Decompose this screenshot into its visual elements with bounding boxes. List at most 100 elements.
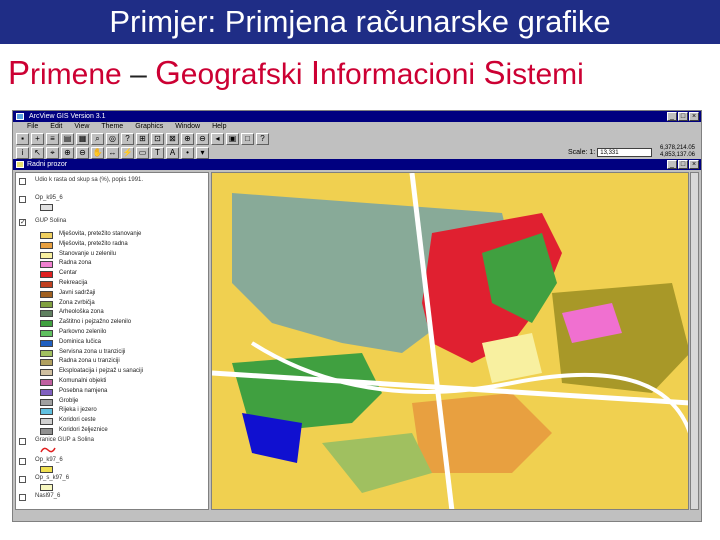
theme-checkbox[interactable] — [19, 494, 26, 501]
theme-checkbox-checked[interactable]: ✓ — [19, 219, 26, 226]
coordinate-readout: 6,378,214.05 4,853,137.06 — [660, 145, 695, 159]
theme-entry-7[interactable]: Nasl97_6 — [16, 493, 206, 509]
menu-view[interactable]: View — [74, 122, 89, 132]
legend-swatch — [40, 349, 53, 357]
legend-label: Arheološka zona — [59, 309, 104, 316]
select-features-icon[interactable]: ▣ — [226, 133, 239, 145]
view-title: Radni prozor — [27, 161, 68, 168]
zoom-in-tool-icon[interactable]: ⊕ — [61, 146, 74, 159]
legend-swatch — [40, 290, 53, 298]
theme-checkbox[interactable] — [19, 438, 26, 445]
pointer-icon[interactable]: ↖ — [31, 146, 44, 159]
view-minimize-button[interactable]: _ — [667, 160, 677, 169]
subtitle-initial-p: P — [8, 54, 31, 91]
legend-swatch — [40, 369, 53, 377]
locate-icon[interactable]: ◎ — [106, 133, 119, 145]
legend-swatch — [40, 271, 53, 279]
zoom-out-tool-icon[interactable]: ⊖ — [76, 146, 89, 159]
vertical-scrollbar[interactable] — [690, 172, 699, 510]
land-use-map[interactable] — [212, 173, 689, 510]
text-icon[interactable]: A — [166, 146, 179, 159]
minimize-button[interactable]: _ — [667, 112, 677, 121]
label-icon[interactable]: T — [151, 146, 164, 159]
zoom-in-icon[interactable]: ⊕ — [181, 133, 194, 145]
view-body: Udio k rasta od skup sa (%), popis 1991.… — [13, 170, 701, 521]
legend-label: Komunalni objekti — [59, 378, 107, 384]
save-icon[interactable]: ▪ — [16, 133, 29, 145]
legend-swatch — [40, 484, 53, 491]
legend-label: Radna zona — [59, 260, 92, 267]
legend-label: Javni sadržaji — [59, 289, 96, 296]
theme-checkbox[interactable] — [19, 178, 26, 185]
area-of-interest-icon[interactable]: ▭ — [136, 146, 149, 159]
legend-swatch — [40, 418, 53, 426]
theme-entry-4[interactable]: Granice GUP a Solina — [16, 437, 206, 457]
clear-selection-icon[interactable]: □ — [241, 133, 254, 145]
draw-icon[interactable]: • — [181, 146, 194, 159]
theme-checkbox[interactable] — [19, 476, 26, 483]
menu-theme[interactable]: Theme — [101, 122, 123, 132]
subtitle-dash: – — [130, 58, 147, 91]
maximize-button[interactable]: □ — [678, 112, 688, 121]
theme-name: Granice GUP a Solina — [35, 437, 94, 443]
table-of-contents: Udio k rasta od skup sa (%), popis 1991.… — [15, 172, 209, 510]
theme-name: GUP Solina — [35, 218, 67, 224]
add-theme-icon[interactable]: + — [31, 133, 44, 145]
draw-dropdown-icon[interactable]: ▾ — [196, 146, 209, 159]
menu-edit[interactable]: Edit — [50, 122, 62, 132]
menu-help[interactable]: Help — [212, 122, 226, 132]
zoom-out-icon[interactable]: ⊖ — [196, 133, 209, 145]
view-icon — [16, 161, 24, 168]
edit-legend-icon[interactable]: ▤ — [61, 133, 74, 145]
identify-icon[interactable]: i — [16, 146, 29, 159]
legend-label: Parkovno zelenilo — [59, 329, 107, 335]
open-table-icon[interactable]: ▦ — [76, 133, 89, 145]
legend-label: Rijeka i jezero — [59, 407, 97, 414]
zoom-to-selected-icon[interactable]: ⊠ — [166, 133, 179, 145]
coord-y: 4,853,137.06 — [659, 152, 695, 158]
view-close-button[interactable]: × — [689, 160, 699, 169]
coord-x: 6,378,214.05 — [659, 145, 695, 151]
legend-label: Mješovita, pretežito radna — [59, 240, 128, 247]
legend-swatch — [40, 339, 53, 347]
theme-name: Op_k95_6 — [35, 195, 63, 201]
theme-checkbox[interactable] — [19, 458, 26, 465]
legend-swatch — [40, 466, 53, 473]
help-icon[interactable]: ? — [256, 133, 269, 145]
legend-swatch — [40, 388, 53, 396]
theme-entry-2[interactable]: Op_k95_6 — [16, 195, 206, 213]
theme-entry-5[interactable]: Op_k97_6 — [16, 457, 206, 477]
measure-icon[interactable]: ↔ — [106, 146, 119, 159]
zoom-full-icon[interactable]: ⊞ — [136, 133, 149, 145]
menu-file[interactable]: File — [27, 122, 38, 132]
theme-entry-gup[interactable]: ✓ GUP Solina — [16, 218, 206, 230]
legend-swatch — [40, 261, 53, 269]
view-maximize-button[interactable]: □ — [678, 160, 688, 169]
pan-icon[interactable]: ✋ — [91, 146, 104, 159]
theme-name: Udio k rasta od skup sa (%), popis 1991. — [35, 177, 144, 183]
arcview-window: ArcView GIS Version 3.1 _ □ × File Edit … — [12, 110, 702, 522]
view-window-title-bar[interactable]: Radni prozor _ □ × — [13, 159, 701, 170]
legend-swatch — [40, 251, 53, 259]
hotlink-icon[interactable]: ⚡ — [121, 146, 134, 159]
query-icon[interactable]: ? — [121, 133, 134, 145]
view-window-controls: _ □ × — [667, 160, 699, 169]
theme-entry-6[interactable]: Op_s_k97_6 — [16, 475, 206, 493]
menu-window[interactable]: Window — [175, 122, 200, 132]
line-symbol-icon — [40, 447, 56, 453]
theme-name: Nasl97_6 — [35, 493, 61, 499]
vertex-edit-icon[interactable]: ⌖ — [46, 146, 59, 159]
scale-input[interactable]: 13,331 — [597, 148, 653, 157]
theme-properties-icon[interactable]: ≡ — [46, 133, 59, 145]
map-view[interactable] — [211, 172, 689, 510]
close-button[interactable]: × — [689, 112, 699, 121]
app-title-bar[interactable]: ArcView GIS Version 3.1 _ □ × — [13, 111, 701, 122]
find-icon[interactable]: ⌕ — [91, 133, 104, 145]
theme-name: Op_k97_6 — [35, 457, 63, 463]
zoom-to-theme-icon[interactable]: ⊡ — [151, 133, 164, 145]
zoom-previous-icon[interactable]: ◂ — [211, 133, 224, 145]
theme-checkbox[interactable] — [19, 196, 26, 203]
menu-graphics[interactable]: Graphics — [135, 122, 163, 132]
legend-swatch — [40, 320, 53, 328]
subtitle-initial-s: S — [483, 54, 506, 91]
